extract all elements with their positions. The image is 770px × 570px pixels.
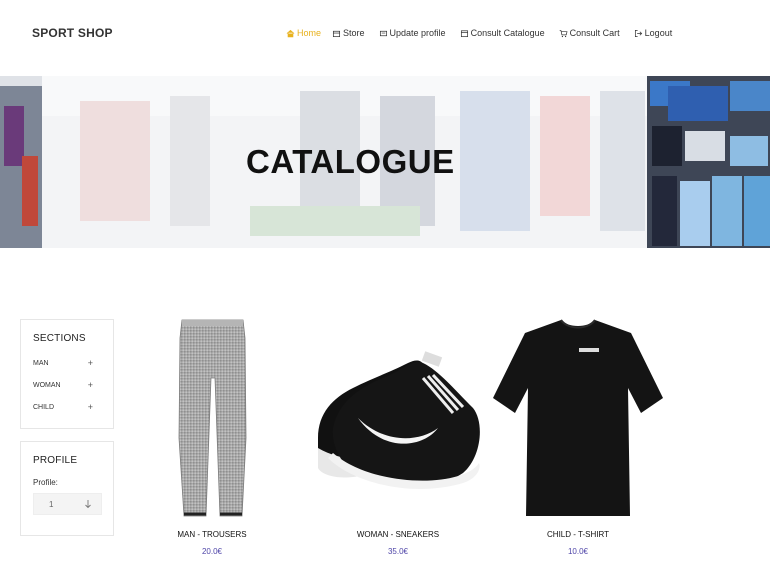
nav-home-label: Home [297, 28, 322, 38]
profile-value: 1 [49, 500, 54, 509]
sections-title: SECTIONS [33, 333, 86, 344]
product-price: 20.0€ [201, 547, 223, 556]
product-name: MAN - TROUSERS [177, 530, 247, 539]
profile-icon [379, 29, 388, 38]
nav-logout-label: Logout [644, 28, 673, 38]
profile-stepper[interactable]: 1 [33, 493, 102, 515]
main-nav: Home Store Update profile Consult Catalo… [286, 28, 686, 38]
product-name: CHILD - T-SHIRT [547, 530, 609, 539]
arrow-down-icon[interactable] [84, 499, 92, 509]
section-woman[interactable]: WOMAN + [33, 381, 93, 390]
nav-store-label: Store [343, 28, 365, 38]
expand-icon[interactable]: + [88, 403, 93, 412]
sneakers-image[interactable] [313, 318, 483, 518]
section-label: WOMAN [33, 382, 61, 389]
nav-update-profile-label: Update profile [389, 28, 446, 38]
nav-home[interactable]: Home [286, 28, 321, 38]
cart-icon [559, 29, 568, 38]
section-child[interactable]: CHILD + [33, 403, 93, 412]
sections-panel: SECTIONS MAN + WOMAN + CHILD + [20, 319, 114, 429]
nav-update-profile[interactable]: Update profile [379, 28, 446, 38]
page-title: CATALOGUE [246, 143, 455, 180]
nav-consult-cart[interactable]: Consult Cart [559, 28, 620, 38]
store-icon [332, 29, 341, 38]
nav-store[interactable]: Store [332, 28, 365, 38]
section-label: CHILD [33, 404, 55, 411]
product-price: 10.0€ [567, 547, 589, 556]
expand-icon[interactable]: + [88, 381, 93, 390]
profile-panel: PROFILE Profile: 1 [20, 441, 114, 536]
product-price: 35.0€ [387, 547, 409, 556]
profile-title: PROFILE [33, 455, 78, 466]
nav-consult-catalogue[interactable]: Consult Catalogue [460, 28, 545, 38]
nav-consult-cart-label: Consult Cart [569, 28, 620, 38]
section-label: MAN [33, 360, 49, 367]
hero-banner: CATALOGUE [0, 76, 770, 248]
section-man[interactable]: MAN + [33, 359, 93, 368]
expand-icon[interactable]: + [88, 359, 93, 368]
nav-logout[interactable]: Logout [634, 28, 673, 38]
profile-label: Profile: [33, 478, 58, 487]
nav-consult-catalogue-label: Consult Catalogue [470, 28, 545, 38]
product-name: WOMAN - SNEAKERS [356, 530, 440, 539]
brand-logo[interactable]: SPORT SHOP [32, 26, 113, 40]
top-navbar: SPORT SHOP Home Store Update profile Con… [0, 0, 770, 76]
logout-icon [634, 29, 643, 38]
catalogue-icon [460, 29, 469, 38]
tshirt-image[interactable] [493, 318, 663, 518]
trousers-image[interactable] [127, 318, 297, 518]
home-icon [286, 29, 295, 38]
